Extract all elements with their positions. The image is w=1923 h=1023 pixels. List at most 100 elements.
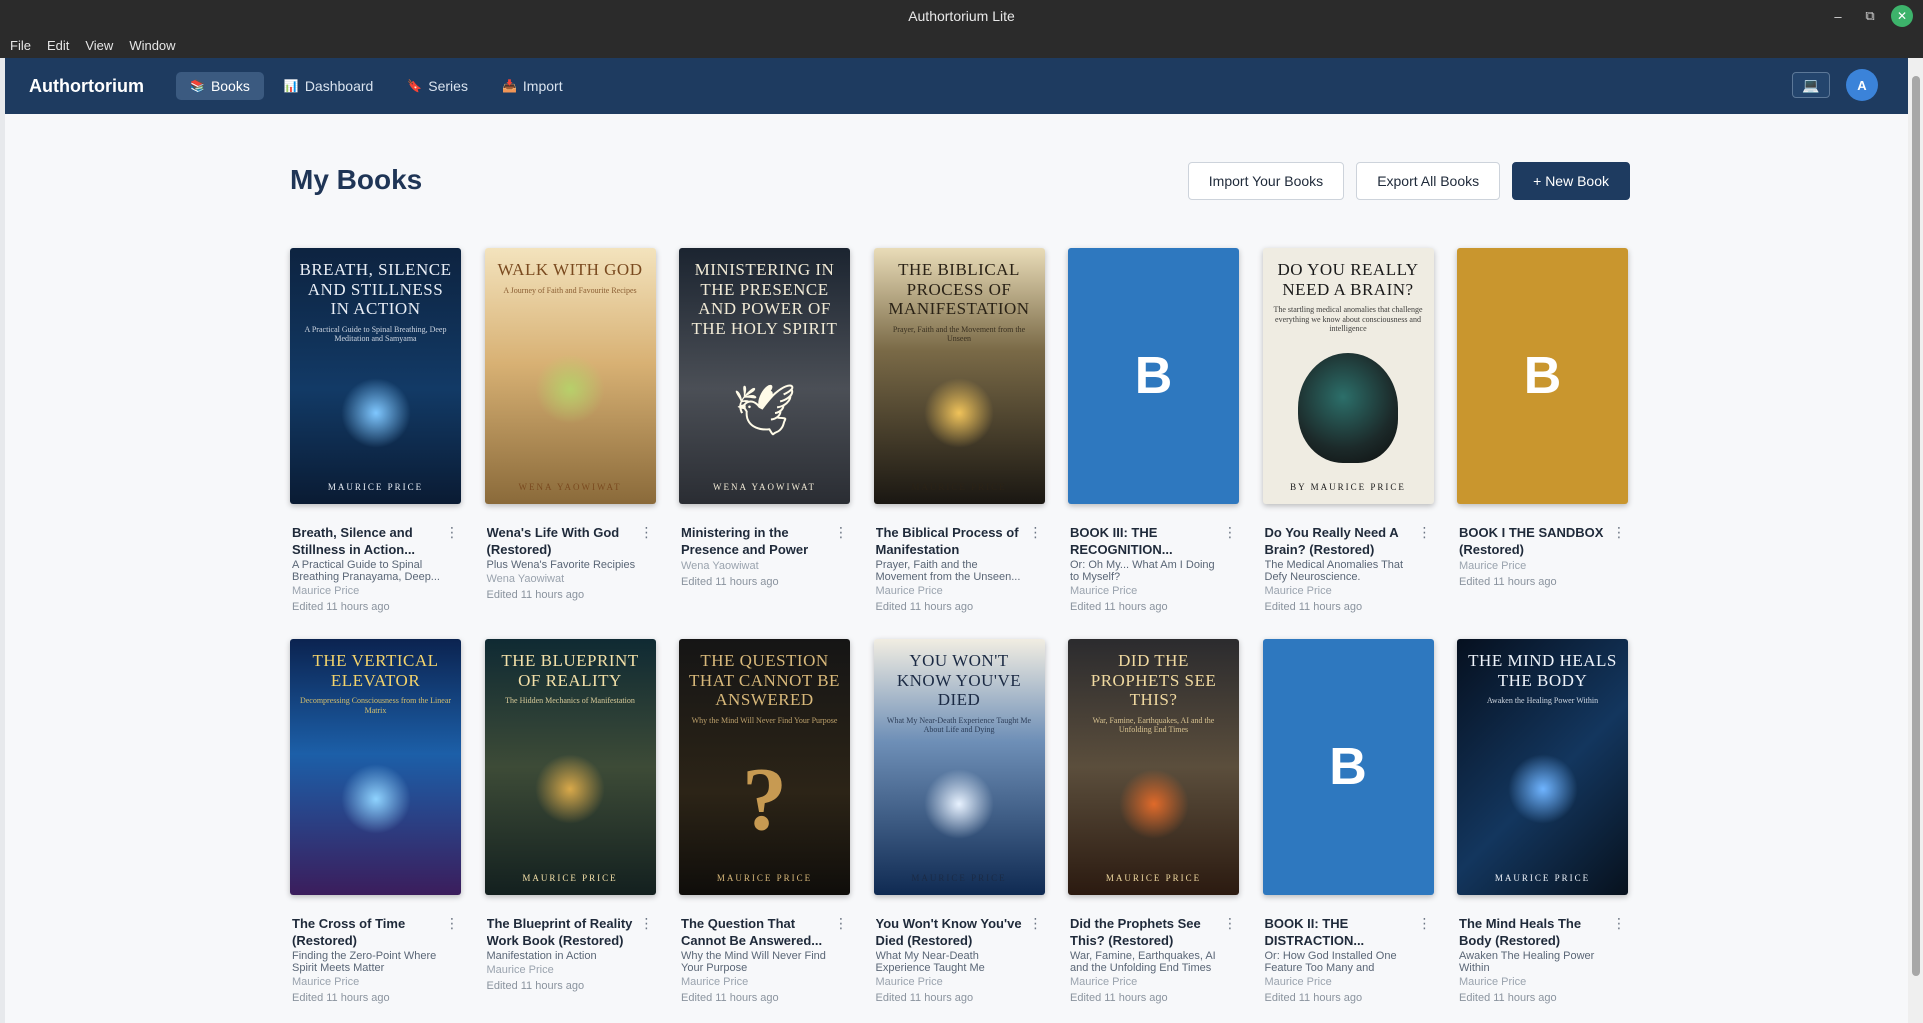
more-options-icon[interactable]: ⋮ [1223, 524, 1237, 541]
scrollbar-thumb[interactable] [1912, 76, 1920, 976]
nav-series[interactable]: 🔖 Series [393, 72, 482, 100]
nav-dashboard-label: Dashboard [304, 78, 374, 94]
book-title[interactable]: Breath, Silence and Stillness in Action.… [292, 524, 441, 558]
export-books-button[interactable]: Export All Books [1356, 162, 1501, 200]
book-title[interactable]: BOOK II: THE DISTRACTION... [1265, 915, 1414, 949]
book-subtitle: What My Near-Death Experience Taught Me … [875, 950, 985, 974]
book-cover[interactable]: You Won't Know You've Died What My Near-D… [873, 639, 1045, 895]
book-meta: Breath, Silence and Stillness in Action.… [290, 524, 461, 614]
book-cover[interactable]: The Mind Heals The Body Awaken the Healin… [1457, 639, 1628, 895]
book-title[interactable]: BOOK III: THE RECOGNITION... [1070, 524, 1219, 558]
book-card[interactable]: B BOOK II: THE DISTRACTION... Or: How God … [1262, 639, 1434, 1005]
book-author: Maurice Price [1459, 560, 1527, 572]
cover-artwork [1507, 706, 1578, 873]
cover-subtitle: Why the Mind Will Never Find Your Purpos… [691, 715, 838, 725]
book-subtitle: Manifestation in Action [486, 950, 597, 962]
device-toggle-button[interactable]: 💻 [1792, 72, 1830, 98]
more-options-icon[interactable]: ⋮ [640, 524, 654, 541]
book-title[interactable]: The Biblical Process of Manifestation (R… [876, 524, 1025, 558]
book-title[interactable]: The Cross of Time (Restored) [292, 915, 441, 949]
book-card[interactable]: Do You Really Need A Brain? The startling… [1262, 248, 1434, 614]
cover-subtitle: The Hidden Mechanics of Manifestation [505, 696, 635, 706]
cover-artwork [535, 295, 605, 482]
book-cover[interactable]: B [1262, 639, 1434, 895]
minimize-icon[interactable]: – [1827, 5, 1849, 27]
nav-import[interactable]: 📥 Import [488, 72, 577, 100]
book-cover[interactable]: The Question That Cannot Be Answered Why … [679, 639, 850, 895]
cover-text-block: Do You Really Need A Brain? The startling… [1271, 260, 1426, 334]
book-cover[interactable]: The Blueprint of Reality The Hidden Mecha… [484, 639, 656, 895]
more-options-icon[interactable]: ⋮ [640, 915, 654, 932]
page-title: My Books [290, 164, 423, 195]
book-card[interactable]: B BOOK III: THE RECOGNITION... Or: Oh My..… [1068, 248, 1239, 614]
cover-title: Do You Really Need A Brain? [1277, 260, 1419, 299]
window-controls: – ⧉ ✕ [1827, 0, 1913, 32]
brand-logo[interactable]: Authortorium [29, 76, 144, 97]
book-cover[interactable]: Did the Prophets See This? War, Famine, E… [1068, 639, 1239, 895]
book-title[interactable]: Ministering in the Presence and Power o.… [681, 524, 830, 558]
more-options-icon[interactable]: ⋮ [834, 915, 848, 932]
book-card[interactable]: The Vertical Elevator Decompressing Consc… [290, 639, 461, 1005]
book-cover[interactable]: B [1068, 248, 1239, 504]
import-books-button[interactable]: Import Your Books [1187, 162, 1345, 200]
more-options-icon[interactable]: ⋮ [1418, 524, 1432, 541]
more-options-icon[interactable]: ⋮ [1029, 915, 1043, 932]
book-title[interactable]: The Question That Cannot Be Answered... [681, 915, 830, 949]
cover-subtitle: A Practical Guide to Spinal Breathing, D… [304, 324, 447, 344]
book-title[interactable]: You Won't Know You've Died (Restored) [876, 915, 1025, 949]
dove-icon: 🕊 [732, 381, 797, 438]
more-options-icon[interactable]: ⋮ [1418, 915, 1432, 932]
cover-title: The Mind Heals The Body [1468, 651, 1617, 690]
book-cover[interactable]: Walk With God A Journey of Faith and Favo… [484, 248, 656, 504]
new-book-button[interactable]: + New Book [1512, 162, 1630, 200]
book-cover[interactable]: Ministering in the Presence and Power of… [679, 248, 850, 504]
cover-author: Maurice Price [911, 482, 1007, 492]
book-author: Maurice Price [875, 585, 943, 597]
book-edited-time: Edited 11 hours ago [875, 992, 974, 1004]
book-card[interactable]: The Question That Cannot Be Answered Why … [679, 639, 850, 1005]
more-options-icon[interactable]: ⋮ [445, 524, 459, 541]
book-title[interactable]: BOOK I THE SANDBOX (Restored) [1459, 524, 1608, 558]
book-cover[interactable]: Do You Really Need A Brain? The startling… [1262, 248, 1434, 504]
book-cover[interactable]: Breath, Silence and Stillness in Action A… [290, 248, 461, 504]
cover-subtitle: The startling medical anomalies that cha… [1273, 305, 1423, 334]
nav-links: 📚 Books 📊 Dashboard 🔖 Series 📥 Import [175, 72, 577, 100]
more-options-icon[interactable]: ⋮ [1612, 524, 1626, 541]
book-card[interactable]: Walk With God A Journey of Faith and Favo… [484, 248, 656, 602]
book-card[interactable]: The Mind Heals The Body Awaken the Healin… [1457, 639, 1628, 1005]
restore-icon[interactable]: ⧉ [1859, 5, 1881, 27]
more-options-icon[interactable]: ⋮ [1612, 915, 1626, 932]
menu-file[interactable]: File [10, 38, 31, 53]
book-card[interactable]: Breath, Silence and Stillness in Action A… [290, 248, 461, 614]
book-edited-time: Edited 11 hours ago [681, 576, 779, 588]
book-author: Wena Yaowiwat [486, 573, 565, 585]
book-cover[interactable]: The Biblical Process of Manifestation Pra… [873, 248, 1045, 504]
close-icon[interactable]: ✕ [1891, 5, 1913, 27]
book-title[interactable]: Wena's Life With God (Restored) [487, 524, 636, 558]
menu-edit[interactable]: Edit [47, 38, 69, 53]
book-cover[interactable]: B [1457, 248, 1628, 504]
more-options-icon[interactable]: ⋮ [1223, 915, 1237, 932]
more-options-icon[interactable]: ⋮ [1029, 524, 1043, 541]
nav-books[interactable]: 📚 Books [175, 72, 264, 100]
book-card[interactable]: The Blueprint of Reality The Hidden Mecha… [484, 639, 656, 993]
menu-window[interactable]: Window [129, 38, 175, 53]
book-card[interactable]: You Won't Know You've Died What My Near-D… [873, 639, 1045, 1005]
book-card[interactable]: Ministering in the Presence and Power of… [679, 248, 850, 589]
book-card[interactable]: Did the Prophets See This? War, Famine, E… [1068, 639, 1239, 1005]
more-options-icon[interactable]: ⋮ [834, 524, 848, 541]
book-title[interactable]: The Blueprint of Reality Work Book (Rest… [487, 915, 636, 949]
book-card[interactable]: B BOOK I THE SANDBOX (Restored) Maurice Pr… [1457, 248, 1628, 589]
cover-title: The Biblical Process of Manifestation [888, 260, 1030, 319]
book-author: Maurice Price [486, 964, 554, 976]
user-avatar[interactable]: A [1846, 69, 1878, 101]
menu-view[interactable]: View [85, 38, 113, 53]
book-cover[interactable]: The Vertical Elevator Decompressing Consc… [290, 639, 461, 895]
nav-dashboard[interactable]: 📊 Dashboard [270, 72, 387, 100]
book-author: Maurice Price [1070, 585, 1138, 597]
book-title[interactable]: The Mind Heals The Body (Restored) [1459, 915, 1608, 949]
book-card[interactable]: The Biblical Process of Manifestation Pra… [873, 248, 1045, 614]
more-options-icon[interactable]: ⋮ [445, 915, 459, 932]
book-title[interactable]: Did the Prophets See This? (Restored) [1070, 915, 1219, 949]
book-title[interactable]: Do You Really Need A Brain? (Restored) [1265, 524, 1414, 558]
